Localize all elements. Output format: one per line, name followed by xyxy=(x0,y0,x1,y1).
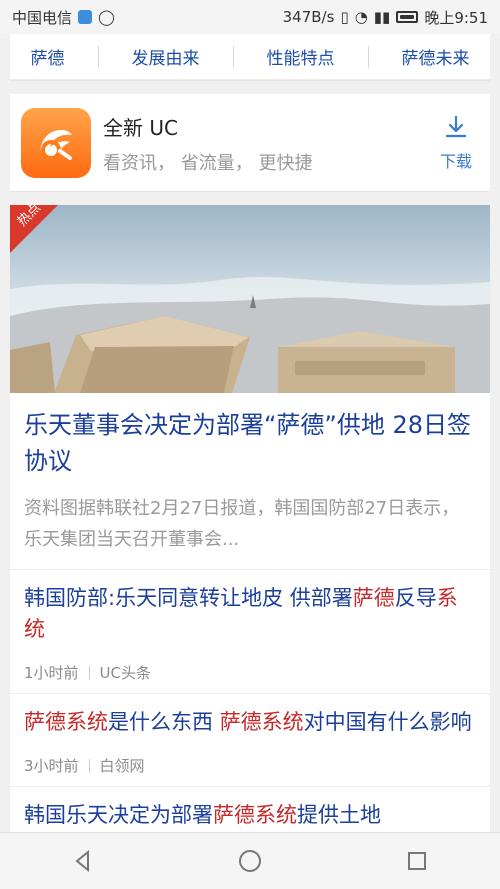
news-item-title[interactable]: 韩国乐天决定为部署萨德系统提供土地 xyxy=(24,800,476,831)
app-promo-text: 全新 UC 看资讯， 省流量， 更快捷 xyxy=(103,110,426,175)
recent-square-icon xyxy=(407,852,426,870)
status-bar: 中国电信 ◯ 347B/s ▯ ◔ ▮▮ 晚上9:51 xyxy=(0,0,500,34)
download-button[interactable]: 下载 xyxy=(426,114,486,172)
featured-article-title[interactable]: 乐天董事会决定为部署“萨德”供地 28日签协议 xyxy=(10,393,490,479)
news-item-meta: 1小时前 UC头条 xyxy=(24,662,476,683)
featured-news-image[interactable]: 热点 xyxy=(10,205,490,393)
news-item-meta: 3小时前 白领网 xyxy=(24,755,476,776)
news-item-title-text: 韩国防部:乐天同意转让地皮 供部署 xyxy=(24,586,353,610)
meta-divider xyxy=(88,665,90,680)
news-item-keyword: 萨德系统 xyxy=(213,803,297,827)
tab-future[interactable]: 萨德未来 xyxy=(394,44,478,69)
network-speed: 347B/s xyxy=(282,8,335,26)
featured-article-summary[interactable]: 资料图据韩联社2月27日报道，韩国国防部27日表示，乐天集团当天召开董事会... xyxy=(10,479,490,570)
news-item-keyword: 萨德 xyxy=(352,586,395,610)
meta-divider xyxy=(88,758,90,773)
news-item-title-text: 是什么东西 xyxy=(108,710,220,734)
news-list-item[interactable]: 韩国防部:乐天同意转让地皮 供部署萨德反导系统 1小时前 UC头条 xyxy=(10,570,490,694)
app-subtitle: 看资讯， 省流量， 更快捷 xyxy=(103,153,313,174)
status-left: 中国电信 ◯ xyxy=(12,7,115,28)
uc-browser-app-icon xyxy=(21,107,91,178)
news-feed-card: 热点 乐天董事会决定为部署“萨德”供地 28日签协议 资料图据韩联社2月27日报… xyxy=(10,205,490,835)
tab-origin[interactable]: 发展由来 xyxy=(124,44,208,69)
carrier-name: 中国电信 xyxy=(12,8,73,27)
news-item-title[interactable]: 韩国防部:乐天同意转让地皮 供部署萨德反导系统 xyxy=(24,583,476,645)
wifi-icon: ◔ xyxy=(354,8,368,26)
status-right: 347B/s ▯ ◔ ▮▮ 晚上9:51 xyxy=(283,7,488,28)
app-title: 全新 UC xyxy=(103,116,178,140)
home-button[interactable] xyxy=(225,836,275,886)
topic-tabs: 萨德 发展由来 性能特点 萨德未来 xyxy=(10,34,490,80)
news-item-keyword: 萨德系统 xyxy=(24,710,108,734)
tab-features[interactable]: 性能特点 xyxy=(259,44,343,69)
tab-divider xyxy=(97,45,99,68)
news-list-item[interactable]: 萨德系统是什么东西 萨德系统对中国有什么影响 3小时前 白领网 xyxy=(10,694,490,787)
news-item-title-text: 反导 xyxy=(394,586,437,610)
app-promo-card[interactable]: 全新 UC 看资讯， 省流量， 更快捷 下载 xyxy=(10,94,490,191)
vibrate-icon: ▯ xyxy=(340,8,349,26)
clock-time: 晚上9:51 xyxy=(424,8,488,27)
news-item-title[interactable]: 萨德系统是什么东西 萨德系统对中国有什么影响 xyxy=(24,707,476,738)
battery-icon xyxy=(396,11,419,23)
back-button[interactable] xyxy=(58,836,108,886)
back-triangle-icon xyxy=(75,849,90,873)
download-icon xyxy=(445,115,467,137)
home-circle-icon xyxy=(238,850,261,872)
news-source: 白领网 xyxy=(99,757,145,775)
news-item-title-text: 对中国有什么影响 xyxy=(303,710,472,734)
sync-icon: ◯ xyxy=(98,8,115,26)
tab-divider xyxy=(232,45,234,68)
notification-icon xyxy=(78,10,93,24)
uc-logo-icon xyxy=(40,129,72,160)
news-source: UC头条 xyxy=(99,664,151,682)
signal-icon: ▮▮ xyxy=(373,8,391,26)
news-item-title-text: 韩国乐天决定为部署 xyxy=(24,803,213,827)
news-item-keyword: 萨德系统 xyxy=(219,710,304,734)
android-navigation-bar xyxy=(0,832,500,889)
news-time: 3小时前 xyxy=(24,757,79,775)
recent-apps-button[interactable] xyxy=(392,836,442,886)
news-list-item[interactable]: 韩国乐天决定为部署萨德系统提供土地 xyxy=(10,787,490,835)
tab-sad[interactable]: 萨德 xyxy=(23,44,73,69)
tab-divider xyxy=(367,45,369,68)
news-item-title-text: 提供土地 xyxy=(297,803,381,827)
missile-launcher-image xyxy=(10,277,490,393)
download-label: 下载 xyxy=(439,151,472,171)
news-time: 1小时前 xyxy=(24,664,79,682)
